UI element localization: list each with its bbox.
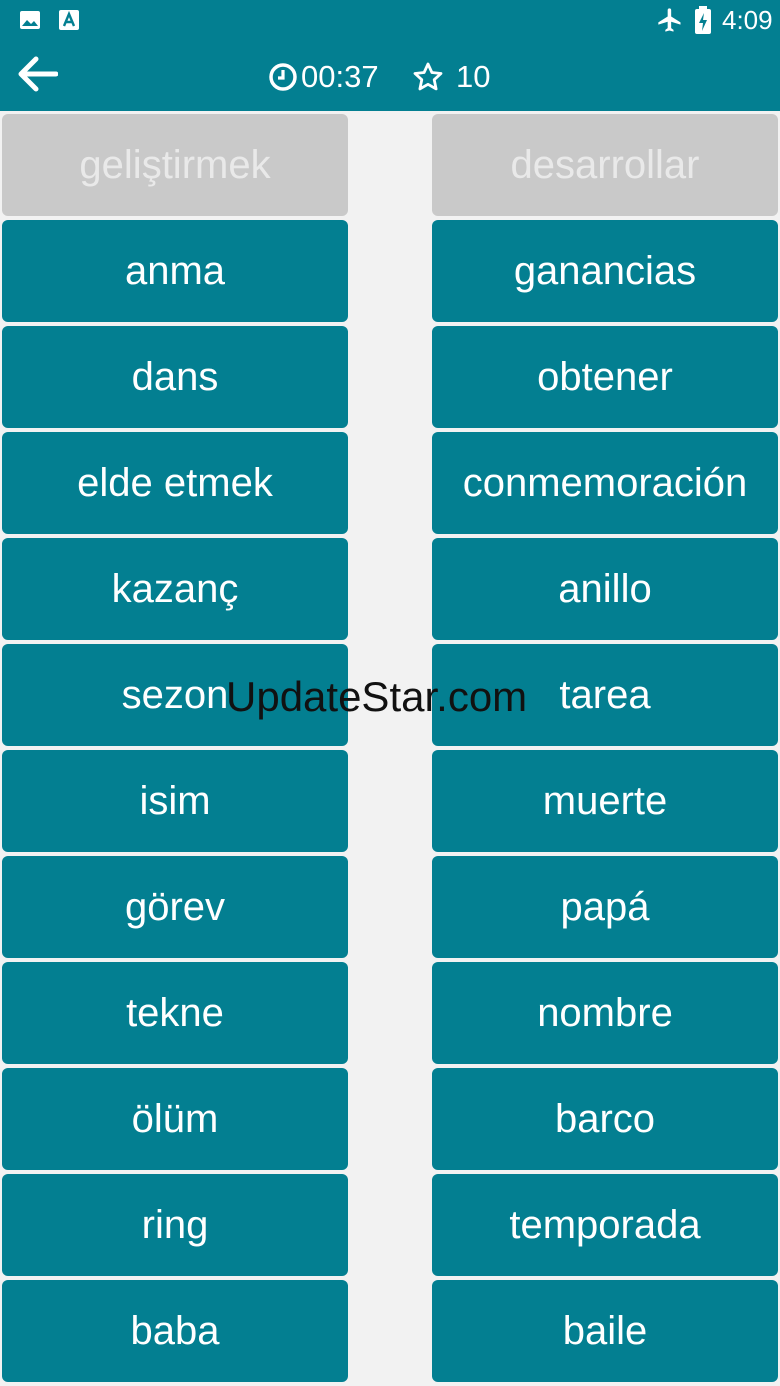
left-word-tile[interactable]: isim (2, 750, 348, 852)
left-word-tile[interactable]: kazanç (2, 538, 348, 640)
status-bar: 4:09 (0, 0, 780, 40)
right-word-tile[interactable]: conmemoración (432, 432, 778, 534)
left-word-tile[interactable]: elde etmek (2, 432, 348, 534)
left-word-tile[interactable]: tekne (2, 962, 348, 1064)
app-bar: 00:37 10 (0, 40, 780, 111)
left-word-tile[interactable]: sezon (2, 644, 348, 746)
timer-value: 00:37 (301, 59, 379, 94)
right-word-tile[interactable]: baile (432, 1280, 778, 1382)
matched-word-right: desarrollar (432, 114, 778, 216)
left-word-tile[interactable]: görev (2, 856, 348, 958)
clock-icon (268, 62, 298, 92)
right-word-tile[interactable]: papá (432, 856, 778, 958)
star-outline-icon (412, 61, 444, 93)
airplane-mode-icon (656, 6, 684, 39)
score: 10 (412, 58, 490, 96)
status-time: 4:09 (722, 5, 773, 35)
right-word-tile[interactable]: obtener (432, 326, 778, 428)
top-bar: 4:09 00:37 10 (0, 0, 780, 111)
score-value: 10 (456, 59, 491, 94)
left-word-tile[interactable]: ring (2, 1174, 348, 1276)
right-word-tile[interactable]: ganancias (432, 220, 778, 322)
right-word-tile[interactable]: barco (432, 1068, 778, 1170)
left-word-tile[interactable]: ölüm (2, 1068, 348, 1170)
arrow-left-icon (16, 55, 58, 93)
gallery-icon (18, 8, 42, 37)
battery-charging-icon (694, 6, 712, 39)
left-word-tile[interactable]: anma (2, 220, 348, 322)
word-grid: geliştirmek desarrollar anma dans elde e… (0, 111, 780, 1386)
right-word-tile[interactable]: tarea (432, 644, 778, 746)
left-word-tile[interactable]: baba (2, 1280, 348, 1382)
timer: 00:37 (268, 58, 379, 96)
right-word-tile[interactable]: muerte (432, 750, 778, 852)
back-button[interactable] (14, 52, 60, 96)
translate-a-icon (58, 8, 80, 37)
matched-word-left: geliştirmek (2, 114, 348, 216)
left-word-tile[interactable]: dans (2, 326, 348, 428)
right-word-tile[interactable]: nombre (432, 962, 778, 1064)
right-word-tile[interactable]: anillo (432, 538, 778, 640)
right-word-tile[interactable]: temporada (432, 1174, 778, 1276)
